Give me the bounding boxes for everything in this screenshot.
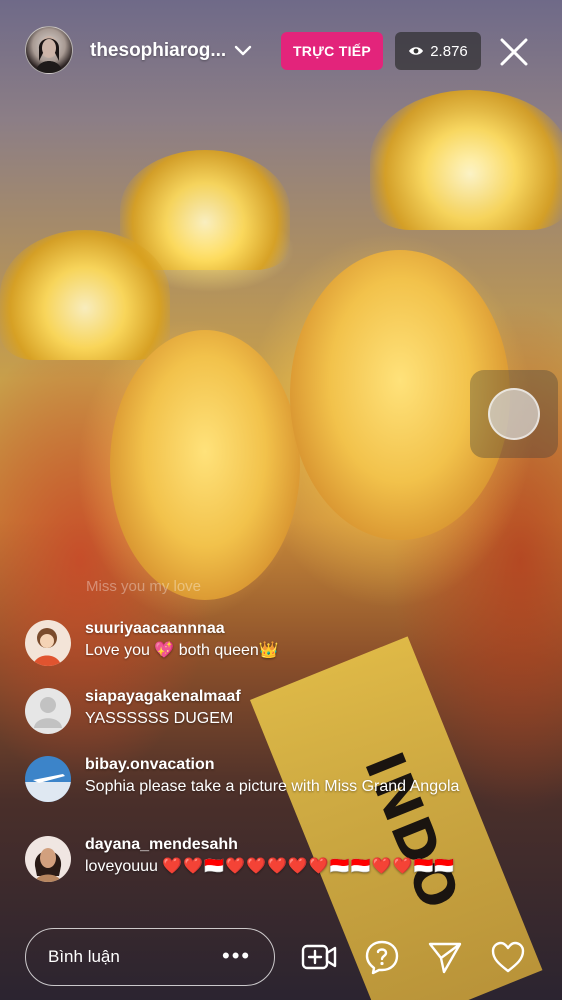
comment-text: Sophia please take a picture with Miss G… [85,778,460,795]
commenter-avatar[interactable] [25,620,71,666]
cartoon-avatar-icon [25,620,71,666]
viewer-count-badge[interactable]: 2.876 [395,32,481,70]
crown-glow [0,230,170,360]
live-header: thesophiarog... TRỰC TIẾP 2.876 [0,0,562,105]
eye-icon [409,47,424,55]
add-video-icon[interactable] [300,938,338,976]
comment-placeholder: Bình luận [48,947,120,966]
commenter-avatar[interactable] [25,836,71,882]
question-icon[interactable] [363,938,401,976]
commenter-avatar[interactable] [25,756,71,802]
comment-username[interactable]: dayana_mendesahh [85,834,485,856]
floating-touch-knob [488,388,540,440]
comment-text: loveyouuu ❤️❤️🇮🇩❤️❤️❤️❤️❤️🇮🇩🇮🇩❤️❤️🇮🇩🇮🇩 [85,856,485,878]
faded-comment: Miss you my love [86,578,202,595]
portrait-avatar-icon [25,836,71,882]
host-username[interactable]: thesophiarog... [90,40,226,62]
close-icon[interactable] [496,34,532,70]
floating-touch-button[interactable] [470,370,558,458]
comment-text: YASSSSSS DUGEM [85,710,234,727]
live-badge: TRỰC TIẾP [281,32,383,70]
viewer-count: 2.876 [430,42,468,60]
comment-username[interactable]: suuriyaacaannnaa [85,618,485,640]
person-face [110,330,300,600]
comment-input[interactable]: Bình luận ••• [25,928,275,986]
default-avatar-icon [25,688,71,734]
chevron-down-icon[interactable] [233,40,253,60]
crown-glow [370,90,562,230]
bottom-bar: Bình luận ••• [0,918,562,1000]
comment-username[interactable]: siapayagakenalmaaf [85,686,485,708]
comment-text: Love you 💖 both queen👑 [85,642,279,659]
airplane-avatar-icon [25,756,71,802]
host-avatar[interactable] [25,26,73,74]
comment-text-prefix: loveyouuu [85,858,163,875]
comment-emoji: ❤️❤️🇮🇩❤️❤️❤️❤️❤️🇮🇩🇮🇩❤️❤️🇮🇩🇮🇩 [162,858,456,875]
heart-icon[interactable] [489,938,527,976]
host-portrait-icon [36,36,62,73]
commenter-avatar[interactable] [25,688,71,734]
send-icon[interactable] [426,938,464,976]
comment-username[interactable]: bibay.onvacation [85,754,485,776]
more-options-button[interactable]: ••• [222,943,251,969]
